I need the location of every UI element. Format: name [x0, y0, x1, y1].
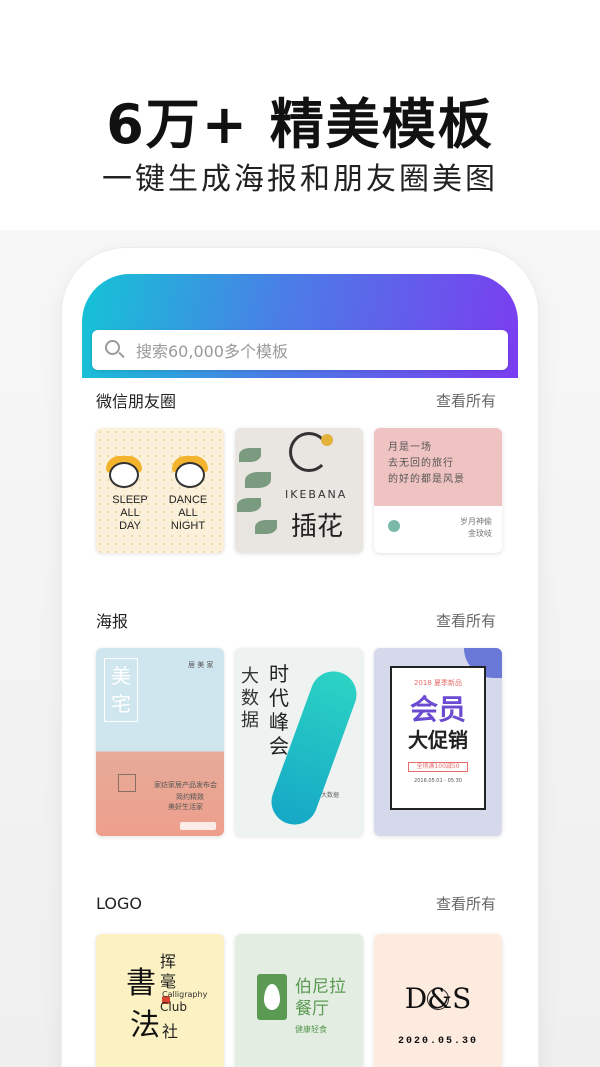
leaf-icon	[255, 520, 277, 534]
section-title: 海报	[96, 612, 129, 631]
template-thumb-monogram[interactable]: D&S 2020.05.30	[374, 934, 502, 1067]
thumb-text: 月是一场	[388, 442, 432, 453]
thumb-text: 2018 夏季新品	[413, 679, 463, 687]
promo-title: 6万+ 精美模板	[106, 93, 494, 156]
logo-mark	[180, 822, 216, 830]
thumb-text: 健康轻食	[295, 1025, 327, 1034]
template-thumb-data-summit[interactable]: 大数据 时代峰会 大数据	[235, 648, 363, 836]
search-icon	[104, 339, 126, 361]
promo-subtitle: 一键生成海报和朋友圈美图	[102, 162, 498, 197]
thumb-text: IKEBANA	[285, 488, 348, 501]
thumb-text: 岁月神偷	[460, 517, 492, 526]
flower-icon	[321, 434, 333, 446]
see-all-link[interactable]: 查看所有	[436, 390, 496, 411]
search-bar[interactable]: 搜索60,000多个模板	[92, 330, 508, 370]
thumb-text: 简约精致	[176, 793, 204, 801]
template-thumb-sleep-dance[interactable]: SLEEP ALL DAY DANCE ALL NIGHT	[96, 428, 224, 553]
thumb-text: 去无回的旅行	[388, 458, 454, 469]
poster-title: 美宅	[104, 658, 138, 722]
thumb-text: 社	[162, 1022, 179, 1041]
thumb-text: 金玟岐	[468, 529, 492, 538]
section-title: LOGO	[96, 893, 142, 913]
thumb-text: 大数据	[241, 666, 259, 731]
section-title: 微信朋友圈	[96, 392, 177, 411]
thumb-text: 2020.05.30	[397, 1036, 478, 1047]
section-header-logo: LOGO 查看所有	[96, 891, 496, 915]
search-input[interactable]: 搜索60,000多个模板	[136, 338, 288, 362]
thumb-text: 大促销	[408, 728, 468, 752]
thumb-text: 会员	[409, 693, 466, 726]
template-thumb-restaurant[interactable]: 伯尼拉 餐厅 健康轻食	[235, 934, 363, 1067]
thumb-text: 美好生活家	[168, 803, 203, 811]
thumb-text: Calligraphy	[162, 990, 208, 999]
thumb-text: 餐厅	[295, 999, 329, 1019]
phone-mockup: 搜索60,000多个模板 微信朋友圈 查看所有 SLEEP ALL DAY DA…	[62, 248, 538, 1067]
template-thumb-calligraphy[interactable]: 書 法 挥 毫 Calligraphy Club 社	[96, 934, 224, 1067]
thumb-text: Club	[160, 1000, 187, 1014]
thumb-text: 法	[130, 1008, 160, 1043]
girl-face-icon	[175, 462, 205, 488]
thumb-text: 居 美 家	[188, 661, 214, 669]
thumb-text: DAY	[119, 520, 141, 532]
thumb-text: 时代峰会	[269, 662, 289, 758]
thumb-text: D&S	[404, 982, 472, 1015]
template-thumb-member-sale[interactable]: 2018 夏季新品 会员 大促销 全场满100减50 2018.05.01 - …	[374, 648, 502, 836]
thumb-text: ALL	[120, 507, 140, 519]
thumb-text: ALL NIGHT	[170, 507, 206, 532]
see-all-link[interactable]: 查看所有	[436, 893, 496, 914]
thumb-text: DANCE	[168, 494, 208, 506]
thumb-text: 全场满100减50	[408, 762, 468, 772]
thumb-text: 大数据	[321, 792, 340, 799]
section-header-moments: 微信朋友圈 查看所有	[96, 388, 496, 412]
leaf-icon	[237, 498, 261, 512]
girl-face-icon	[109, 462, 139, 488]
thumb-text: 毫	[160, 972, 177, 991]
leaf-icon	[239, 448, 261, 462]
leaf-badge-icon	[257, 974, 287, 1020]
stamp-icon	[388, 520, 400, 532]
thumb-text: 書	[126, 966, 156, 1001]
leaf-icon	[245, 472, 271, 488]
thumb-text: 插花	[291, 512, 344, 542]
thumb-text: 家纺家居产品发布会	[154, 781, 217, 789]
see-all-link[interactable]: 查看所有	[436, 610, 496, 631]
thumb-text: SLEEP	[112, 494, 148, 506]
template-thumb-ikebana[interactable]: IKEBANA 插花	[235, 428, 363, 553]
thumb-text: 2018.05.01 - 05.30	[414, 778, 462, 784]
thumb-text: 的好的都是风景	[388, 474, 465, 485]
template-thumb-home[interactable]: 美宅 居 美 家 家纺家居产品发布会 简约精致 美好生活家	[96, 648, 224, 836]
section-header-poster: 海报 查看所有	[96, 608, 496, 632]
chair-icon	[118, 774, 136, 792]
template-thumb-poem[interactable]: 月是一场 去无回的旅行 的好的都是风景 岁月神偷 金玟岐	[374, 428, 502, 553]
